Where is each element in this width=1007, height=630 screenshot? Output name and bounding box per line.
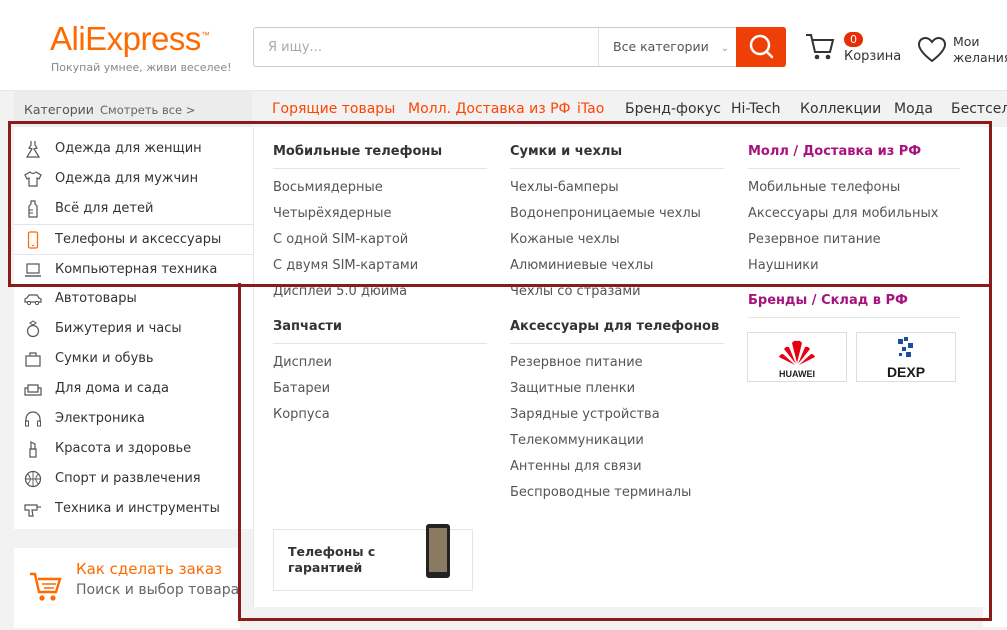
drill-icon (24, 504, 41, 517)
lipstick-icon (29, 441, 37, 458)
nav-hi-tech[interactable]: Hi-Tech (731, 101, 781, 117)
category-label: Для дома и сада (55, 381, 169, 396)
sofa-icon (24, 384, 42, 396)
car-icon (24, 294, 42, 306)
ring-icon (26, 320, 40, 338)
cart-link[interactable]: Корзина (844, 49, 901, 64)
aliexpress-logo[interactable]: AliExpress™ (50, 20, 210, 58)
chevron-down-icon: ⌄ (720, 43, 730, 54)
cart-icon (30, 572, 62, 601)
category-item[interactable]: Электроника (14, 404, 254, 434)
nav-itao[interactable]: iTao (577, 101, 604, 117)
category-item[interactable]: Спорт и развлечения (14, 464, 254, 494)
category-label: Электроника (55, 411, 145, 426)
nav-collections[interactable]: Коллекции (800, 101, 881, 117)
category-label: Автотовары (55, 291, 137, 306)
search-input[interactable]: Я ищу... (268, 40, 322, 55)
search-button[interactable] (736, 27, 786, 67)
category-item[interactable]: Бижутерия и часы (14, 314, 254, 344)
search-icon (749, 34, 774, 59)
see-all-link[interactable]: Смотреть все > (100, 103, 195, 117)
category-item[interactable]: Для дома и сада (14, 374, 254, 404)
category-label: Сумки и обувь (55, 351, 154, 366)
category-item[interactable]: Сумки и обувь (14, 344, 254, 374)
highlight-outline-bottom (238, 283, 992, 621)
logo-tagline: Покупай умнее, живи веселее! (51, 61, 232, 74)
how-to-order-subtitle: Поиск и выбор товара (76, 582, 240, 598)
highlight-outline-top (8, 121, 992, 287)
ball-icon (24, 470, 42, 488)
nav-brand-focus[interactable]: Бренд-фокус (625, 101, 721, 117)
nav-fashion[interactable]: Мода (894, 101, 933, 117)
category-item[interactable]: Техника и инструменты (14, 494, 254, 524)
category-label: Красота и здоровье (55, 441, 192, 456)
category-label: Техника и инструменты (55, 501, 220, 516)
wishlist-link[interactable]: Мои желания (953, 34, 1007, 66)
search-category-select[interactable]: Все категории ⌄ (598, 28, 736, 66)
search-box[interactable]: Я ищу... Все категории ⌄ (253, 27, 785, 67)
bag-icon (25, 352, 41, 367)
nav-hot-deals[interactable]: Горящие товары (272, 101, 395, 117)
cart-count-badge: 0 (844, 32, 863, 47)
category-item[interactable]: Автотовары (14, 284, 254, 314)
category-label: Спорт и развлечения (55, 471, 201, 486)
categories-label: Категории (24, 102, 94, 117)
heart-icon[interactable] (917, 36, 947, 68)
category-label: Бижутерия и часы (55, 321, 182, 336)
cart-icon[interactable] (804, 32, 836, 66)
nav-mall[interactable]: Молл. Доставка из РФ (408, 101, 571, 117)
site-header: AliExpress™ Покупай умнее, живи веселее!… (0, 0, 1007, 91)
search-category-label: Все категории (613, 39, 709, 54)
nav-bestsellers[interactable]: Бестселл (951, 101, 1007, 117)
how-to-order-title[interactable]: Как сделать заказ (76, 560, 222, 578)
headphones-icon (25, 411, 41, 427)
category-item[interactable]: Красота и здоровье (14, 434, 254, 464)
